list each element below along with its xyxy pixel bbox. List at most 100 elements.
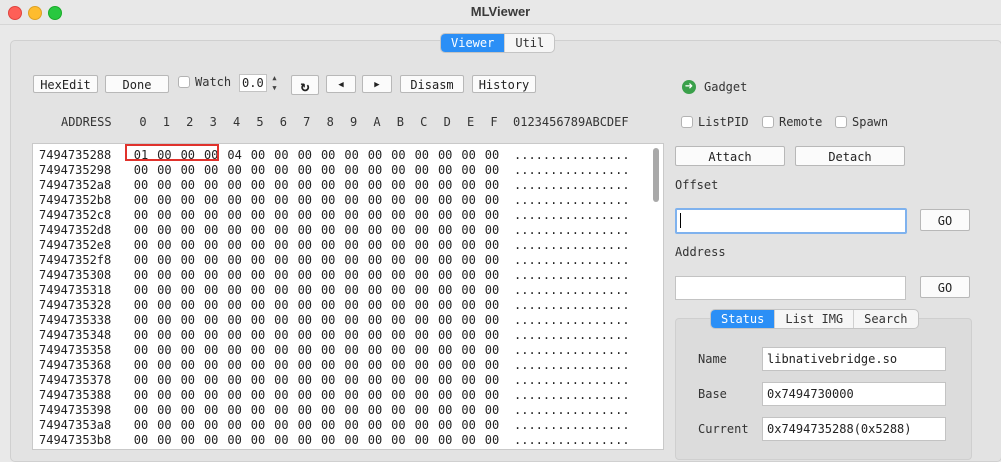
- hex-byte[interactable]: 00: [225, 178, 245, 193]
- hex-byte[interactable]: 00: [435, 208, 455, 223]
- hex-byte[interactable]: 00: [154, 403, 174, 418]
- hex-byte[interactable]: 00: [459, 223, 479, 238]
- hex-byte[interactable]: 00: [295, 253, 315, 268]
- hex-byte[interactable]: 00: [225, 358, 245, 373]
- hex-byte[interactable]: 00: [412, 418, 432, 433]
- hex-row[interactable]: 7494735368 00 00 00 00 00 00 00 00 00 00 00 00 00 00 00…: [33, 358, 653, 373]
- hex-byte[interactable]: 00: [201, 178, 221, 193]
- hex-byte[interactable]: 00: [271, 343, 291, 358]
- hex-byte[interactable]: 00: [482, 163, 502, 178]
- hex-byte[interactable]: 00: [365, 313, 385, 328]
- detach-button[interactable]: Detach: [795, 146, 905, 166]
- hexedit-button[interactable]: HexEdit: [33, 75, 98, 93]
- hex-byte[interactable]: 00: [435, 328, 455, 343]
- hex-byte[interactable]: 00: [271, 283, 291, 298]
- hex-byte[interactable]: 00: [154, 163, 174, 178]
- hex-byte[interactable]: 00: [248, 403, 268, 418]
- hex-byte[interactable]: 00: [154, 208, 174, 223]
- hex-row[interactable]: 7494735298 00 00 00 00 00 00 00 00 00 00 00 00 00 00 00…: [33, 163, 653, 178]
- base-field[interactable]: 0x7494730000: [762, 382, 946, 406]
- hex-byte[interactable]: 00: [435, 148, 455, 163]
- hex-byte[interactable]: 00: [154, 358, 174, 373]
- hex-byte[interactable]: 00: [178, 178, 198, 193]
- address-input[interactable]: [675, 276, 906, 300]
- hex-byte[interactable]: 00: [248, 268, 268, 283]
- hex-byte[interactable]: 00: [365, 163, 385, 178]
- hex-byte[interactable]: 00: [365, 283, 385, 298]
- hex-byte[interactable]: 00: [482, 283, 502, 298]
- hex-byte[interactable]: 00: [201, 313, 221, 328]
- hex-byte[interactable]: 00: [201, 283, 221, 298]
- hex-byte[interactable]: 00: [318, 403, 338, 418]
- hex-byte[interactable]: 00: [271, 358, 291, 373]
- hex-byte[interactable]: 00: [154, 223, 174, 238]
- hex-byte[interactable]: 00: [388, 253, 408, 268]
- hex-byte[interactable]: 00: [178, 328, 198, 343]
- offset-input[interactable]: [675, 208, 907, 234]
- hex-byte[interactable]: 00: [295, 298, 315, 313]
- hex-row[interactable]: 74947352a8 00 00 00 00 00 00 00 00 00 00 00 00 00 00 00…: [33, 178, 653, 193]
- hex-row[interactable]: 7494735308 00 00 00 00 00 00 00 00 00 00 00 00 00 00 00…: [33, 268, 653, 283]
- hex-byte[interactable]: 00: [412, 298, 432, 313]
- hex-byte[interactable]: 00: [459, 388, 479, 403]
- hex-byte[interactable]: 00: [201, 388, 221, 403]
- hex-byte[interactable]: 00: [365, 193, 385, 208]
- remote-checkbox[interactable]: [762, 116, 774, 128]
- hex-byte[interactable]: 00: [271, 223, 291, 238]
- hex-byte[interactable]: 00: [388, 208, 408, 223]
- hex-byte[interactable]: 00: [435, 223, 455, 238]
- hex-byte[interactable]: 00: [318, 238, 338, 253]
- hex-byte[interactable]: 00: [295, 358, 315, 373]
- hex-byte[interactable]: 00: [178, 358, 198, 373]
- hex-byte[interactable]: 00: [154, 298, 174, 313]
- hex-byte[interactable]: 00: [388, 403, 408, 418]
- hex-byte[interactable]: 00: [131, 193, 151, 208]
- hex-byte[interactable]: 00: [178, 388, 198, 403]
- hex-byte[interactable]: 00: [365, 418, 385, 433]
- hex-byte[interactable]: 00: [178, 373, 198, 388]
- hex-byte[interactable]: 00: [388, 298, 408, 313]
- hex-byte[interactable]: 00: [482, 403, 502, 418]
- hex-row[interactable]: 7494735358 00 00 00 00 00 00 00 00 00 00 00 00 00 00 00…: [33, 343, 653, 358]
- hex-byte[interactable]: 00: [482, 268, 502, 283]
- hex-byte[interactable]: 00: [482, 178, 502, 193]
- hex-byte[interactable]: 00: [178, 283, 198, 298]
- tab-status[interactable]: Status: [711, 310, 775, 328]
- hex-row[interactable]: 74947352f8 00 00 00 00 00 00 00 00 00 00 00 00 00 00 00…: [33, 253, 653, 268]
- hex-byte[interactable]: 00: [178, 193, 198, 208]
- hex-byte[interactable]: 00: [412, 283, 432, 298]
- hex-byte[interactable]: 00: [271, 313, 291, 328]
- hex-byte[interactable]: 00: [459, 283, 479, 298]
- hex-byte[interactable]: 00: [225, 418, 245, 433]
- hex-byte[interactable]: 00: [365, 223, 385, 238]
- hex-byte[interactable]: 00: [342, 178, 362, 193]
- hex-row[interactable]: 7494735378 00 00 00 00 00 00 00 00 00 00 00 00 00 00 00…: [33, 373, 653, 388]
- hex-byte[interactable]: 00: [178, 163, 198, 178]
- hex-byte[interactable]: 00: [225, 328, 245, 343]
- hex-byte[interactable]: 00: [435, 418, 455, 433]
- hex-byte[interactable]: 00: [131, 358, 151, 373]
- hex-byte[interactable]: 00: [248, 328, 268, 343]
- hex-byte[interactable]: 00: [388, 283, 408, 298]
- hex-byte[interactable]: 00: [342, 163, 362, 178]
- hex-byte[interactable]: 00: [201, 253, 221, 268]
- hex-byte[interactable]: 00: [154, 328, 174, 343]
- hex-byte[interactable]: 00: [225, 223, 245, 238]
- hex-byte[interactable]: 00: [342, 193, 362, 208]
- hex-byte[interactable]: 00: [482, 328, 502, 343]
- hex-byte[interactable]: 00: [435, 358, 455, 373]
- hex-byte[interactable]: 00: [388, 358, 408, 373]
- hex-byte[interactable]: 00: [271, 403, 291, 418]
- hex-byte[interactable]: 00: [201, 298, 221, 313]
- hex-row[interactable]: 7494735338 00 00 00 00 00 00 00 00 00 00 00 00 00 00 00…: [33, 313, 653, 328]
- hex-byte[interactable]: 00: [365, 343, 385, 358]
- tab-viewer[interactable]: Viewer: [441, 34, 505, 52]
- hex-byte[interactable]: 00: [459, 178, 479, 193]
- hex-byte[interactable]: 00: [131, 343, 151, 358]
- hex-byte[interactable]: 00: [295, 418, 315, 433]
- hex-byte[interactable]: 00: [342, 328, 362, 343]
- hex-byte[interactable]: 00: [318, 148, 338, 163]
- hex-byte[interactable]: 00: [412, 388, 432, 403]
- hex-byte[interactable]: 00: [271, 298, 291, 313]
- hex-byte[interactable]: 00: [388, 373, 408, 388]
